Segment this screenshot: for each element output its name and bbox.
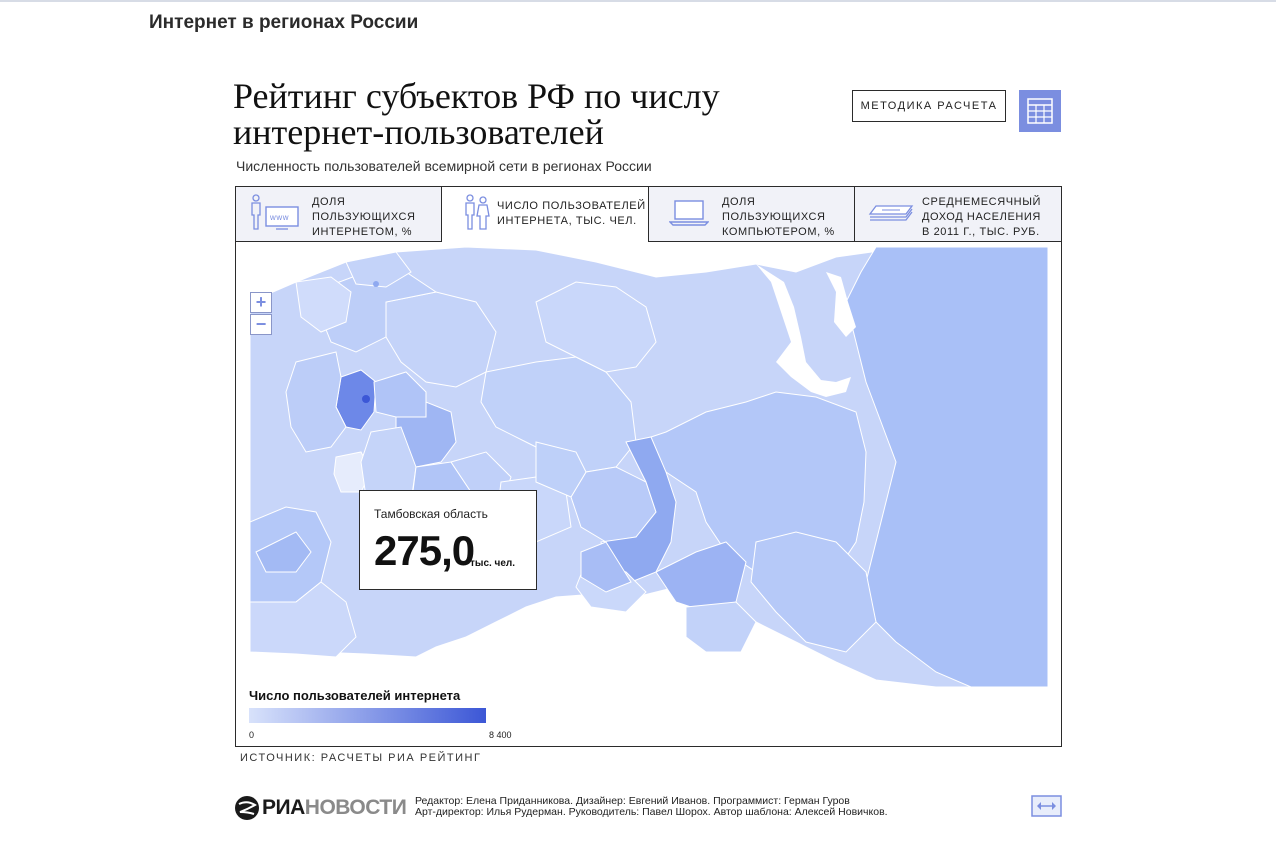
- map-city-dot: [362, 395, 370, 403]
- laptop-icon: [669, 200, 709, 226]
- ria-novosti-logo[interactable]: РИАНОВОСТИ: [234, 795, 410, 821]
- top-border: [0, 0, 1276, 2]
- expand-icon: [1031, 795, 1062, 817]
- legend-min-label: 0: [249, 730, 255, 740]
- tab-computer-share-line-3: КОМПЬЮТЕРОМ, %: [722, 226, 835, 238]
- tab-internet-share-line-2: ПОЛЬЗУЮЩИХСЯ: [312, 211, 416, 223]
- page-title-line-2: интернет-пользователей: [233, 112, 604, 152]
- tab-income-line-3: В 2011 Г., ТЫС. РУБ.: [922, 226, 1040, 238]
- logo-part-1: РИА: [262, 796, 305, 819]
- logo-part-2: НОВОСТИ: [304, 796, 407, 819]
- zoom-out-button[interactable]: −: [250, 314, 272, 335]
- source-note: ИСТОЧНИК: РАСЧЕТЫ РИА РЕЙТИНГ: [240, 752, 482, 764]
- globe-logo-icon: [235, 796, 259, 820]
- table-view-button[interactable]: [1019, 90, 1061, 132]
- tab-computer-share-line-2: ПОЛЬЗУЮЩИХСЯ: [722, 211, 826, 223]
- legend-max-label: 8 400: [489, 730, 512, 740]
- tab-computer-share[interactable]: ДОЛЯ ПОЛЬЗУЮЩИХСЯ КОМПЬЮТЕРОМ, %: [649, 187, 855, 241]
- tooltip-unit: тыс. чел.: [470, 558, 516, 569]
- tab-internet-users-line-1: ЧИСЛО ПОЛЬЗОВАТЕЛЕЙ: [497, 200, 646, 212]
- tooltip-region-name: Тамбовская область: [374, 507, 488, 521]
- site-title: Интернет в регионах России: [149, 12, 419, 33]
- page-title: Рейтинг субъектов РФ по числу интернет-п…: [233, 78, 833, 150]
- region-tooltip: Тамбовская область 275,0 тыс. чел.: [359, 490, 537, 590]
- tab-computer-share-line-1: ДОЛЯ: [722, 196, 756, 208]
- money-icon: [868, 205, 914, 221]
- legend-title: Число пользователей интернета: [249, 688, 461, 703]
- tab-income[interactable]: СРЕДНЕМЕСЯЧНЫЙ ДОХОД НАСЕЛЕНИЯ В 2011 Г.…: [855, 187, 1061, 241]
- indicator-tabs: www ДОЛЯ ПОЛЬЗУЮЩИХСЯ ИНТЕРНЕТОМ, % ЧИСЛ…: [235, 186, 1062, 244]
- legend-color-scale: [249, 708, 486, 723]
- tab-internet-share[interactable]: www ДОЛЯ ПОЛЬЗУЮЩИХСЯ ИНТЕРНЕТОМ, %: [236, 187, 442, 241]
- tab-internet-share-line-3: ИНТЕРНЕТОМ, %: [312, 226, 413, 238]
- zoom-in-button[interactable]: +: [250, 292, 272, 313]
- table-icon: [1027, 98, 1053, 124]
- tooltip-value: 275,0: [374, 527, 475, 574]
- fullscreen-button[interactable]: [1031, 795, 1062, 817]
- methodology-button[interactable]: МЕТОДИКА РАСЧЕТА: [852, 90, 1006, 122]
- tab-internet-share-line-1: ДОЛЯ: [312, 196, 346, 208]
- tab-income-line-1: СРЕДНЕМЕСЯЧНЫЙ: [922, 196, 1042, 208]
- users-icon: [465, 194, 490, 230]
- map-city-dot-kaliningrad: [373, 281, 379, 287]
- credits: Редактор: Елена Приданникова. Дизайнер: …: [415, 796, 888, 818]
- credits-line-2: Арт-директор: Илья Рудерман. Руководител…: [415, 806, 888, 818]
- page-title-line-1: Рейтинг субъектов РФ по числу: [233, 76, 720, 116]
- map-panel: + − Тамбовская область 275,0 тыс. чел. Ч…: [235, 242, 1062, 747]
- tab-internet-users-line-2: ИНТЕРНЕТА, ТЫС. ЧЕЛ.: [497, 215, 637, 227]
- users-computer-icon: www: [251, 194, 299, 230]
- svg-text:www: www: [269, 213, 289, 222]
- page-subtitle: Численность пользователей всемирной сети…: [236, 158, 652, 174]
- tab-income-line-2: ДОХОД НАСЕЛЕНИЯ: [922, 211, 1041, 223]
- tab-internet-users[interactable]: ЧИСЛО ПОЛЬЗОВАТЕЛЕЙ ИНТЕРНЕТА, ТЫС. ЧЕЛ.: [442, 187, 649, 244]
